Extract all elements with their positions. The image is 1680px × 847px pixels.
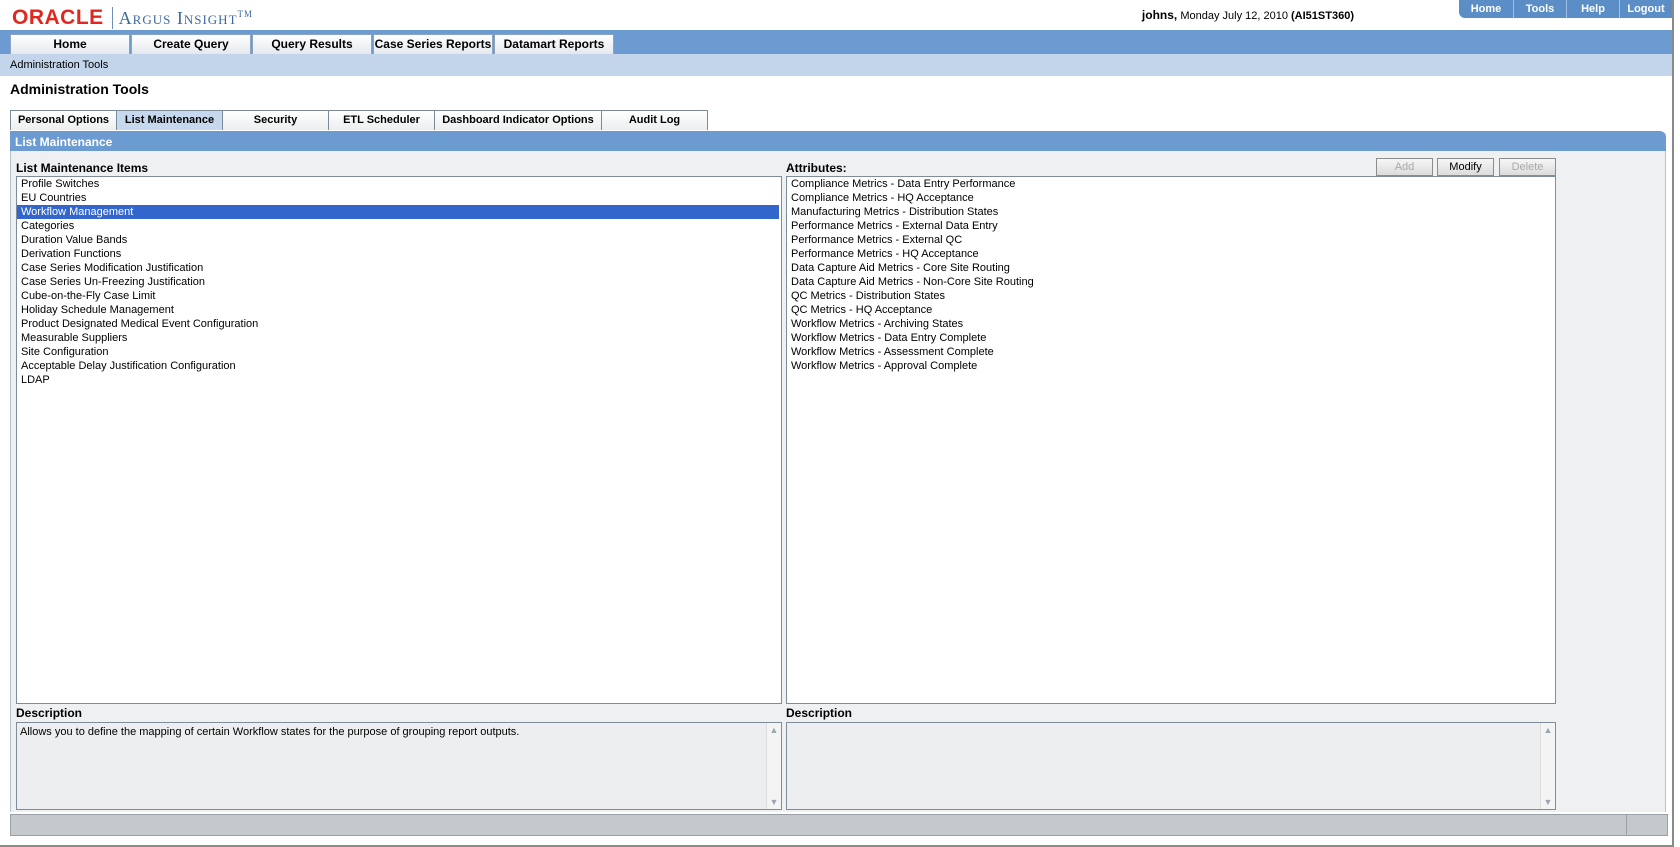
breadcrumb-bar: Administration Tools xyxy=(0,54,1672,76)
left-list-item[interactable]: Cube-on-the-Fly Case Limit xyxy=(17,289,781,303)
top-link-home[interactable]: Home xyxy=(1459,0,1513,18)
tab-security[interactable]: Security xyxy=(222,110,329,130)
left-list-item[interactable]: EU Countries xyxy=(17,191,781,205)
nav-home-button[interactable]: Home xyxy=(10,34,130,55)
left-list-item[interactable]: Site Configuration xyxy=(17,345,781,359)
left-list-item[interactable]: Case Series Modification Justification xyxy=(17,261,781,275)
left-list-item[interactable]: Case Series Un-Freezing Justification xyxy=(17,275,781,289)
logo-separator xyxy=(111,7,113,29)
panel-header: List Maintenance xyxy=(10,131,1666,151)
user-name: johns, xyxy=(1141,8,1178,22)
left-list-item[interactable]: Categories xyxy=(17,219,781,233)
left-list-item[interactable]: Measurable Suppliers xyxy=(17,331,781,345)
left-description-text: Allows you to define the mapping of cert… xyxy=(20,726,520,738)
attributes-list[interactable]: Compliance Metrics - Data Entry Performa… xyxy=(786,176,1556,704)
modify-button[interactable]: Modify xyxy=(1437,158,1494,176)
right-description-scrollbar[interactable]: ▲ ▼ xyxy=(1540,723,1555,809)
left-list-item[interactable]: Product Designated Medical Event Configu… xyxy=(17,317,781,331)
right-list-item[interactable]: Workflow Metrics - Assessment Complete xyxy=(787,345,1555,359)
left-list-item[interactable]: Workflow Management xyxy=(17,205,779,219)
panel-title: List Maintenance xyxy=(15,135,113,149)
left-description-box[interactable]: Allows you to define the mapping of cert… xyxy=(16,722,782,810)
right-list-item[interactable]: Performance Metrics - External QC xyxy=(787,233,1555,247)
status-bar xyxy=(10,814,1668,836)
logo-trademark: TM xyxy=(237,8,254,19)
right-description-label: Description xyxy=(786,706,853,720)
left-list-item[interactable]: Acceptable Delay Justification Configura… xyxy=(17,359,781,373)
tab-etl-scheduler[interactable]: ETL Scheduler xyxy=(328,110,435,130)
right-description-box[interactable]: ▲ ▼ xyxy=(786,722,1556,810)
logo-product-text: Argus Insight xyxy=(118,7,238,28)
right-list-item[interactable]: Workflow Metrics - Archiving States xyxy=(787,317,1555,331)
right-list-item[interactable]: Data Capture Aid Metrics - Core Site Rou… xyxy=(787,261,1555,275)
tab-personal-options[interactable]: Personal Options xyxy=(10,110,117,130)
right-list-item[interactable]: Data Capture Aid Metrics - Non-Core Site… xyxy=(787,275,1555,289)
right-list-item[interactable]: Workflow Metrics - Data Entry Complete xyxy=(787,331,1555,345)
attributes-label: Attributes: xyxy=(786,161,847,175)
tab-dashboard-indicator-options[interactable]: Dashboard Indicator Options xyxy=(434,110,602,130)
page-title: Administration Tools xyxy=(10,81,149,97)
left-list-item[interactable]: Duration Value Bands xyxy=(17,233,781,247)
right-list-item[interactable]: Compliance Metrics - HQ Acceptance xyxy=(787,191,1555,205)
scroll-down-icon[interactable]: ▼ xyxy=(767,795,781,809)
left-list-item[interactable]: Holiday Schedule Management xyxy=(17,303,781,317)
left-description-label: Description xyxy=(16,706,83,720)
left-description-scrollbar[interactable]: ▲ ▼ xyxy=(766,723,781,809)
right-list-item[interactable]: QC Metrics - Distribution States xyxy=(787,289,1555,303)
scroll-up-icon[interactable]: ▲ xyxy=(1541,723,1555,737)
right-list-item[interactable]: Compliance Metrics - Data Entry Performa… xyxy=(787,177,1555,191)
status-bar-segment xyxy=(1626,815,1667,835)
right-list-item[interactable]: Performance Metrics - HQ Acceptance xyxy=(787,247,1555,261)
right-list-item[interactable]: Workflow Metrics - Approval Complete xyxy=(787,359,1555,373)
logo-product: Argus InsightTM xyxy=(119,8,253,29)
left-list-item[interactable]: LDAP xyxy=(17,373,781,387)
list-items-label: List Maintenance Items xyxy=(16,161,149,175)
right-list-item[interactable]: Performance Metrics - External Data Entr… xyxy=(787,219,1555,233)
current-date: Monday July 12, 2010 xyxy=(1180,10,1288,22)
nav-case-series-reports-button[interactable]: Case Series Reports xyxy=(373,34,493,55)
scroll-up-icon[interactable]: ▲ xyxy=(767,723,781,737)
add-button[interactable]: Add xyxy=(1376,158,1433,176)
user-info: johns, Monday July 12, 2010 (AI51ST360) xyxy=(1142,8,1354,22)
scroll-down-icon[interactable]: ▼ xyxy=(1541,795,1555,809)
right-list-item[interactable]: Manufacturing Metrics - Distribution Sta… xyxy=(787,205,1555,219)
logo-brand: ORACLE xyxy=(12,6,104,29)
top-link-tools[interactable]: Tools xyxy=(1513,0,1566,18)
left-list-item[interactable]: Derivation Functions xyxy=(17,247,781,261)
oracle-argus-logo: ORACLE Argus InsightTM xyxy=(12,6,253,30)
server-name: (AI51ST360) xyxy=(1291,10,1354,22)
top-links: Home Tools Help Logout xyxy=(1459,0,1672,18)
nav-create-query-button[interactable]: Create Query xyxy=(131,34,251,55)
nav-query-results-button[interactable]: Query Results xyxy=(252,34,372,55)
tab-list-maintenance[interactable]: List Maintenance xyxy=(116,110,223,130)
tab-audit-log[interactable]: Audit Log xyxy=(601,110,708,130)
top-link-logout[interactable]: Logout xyxy=(1619,0,1672,18)
list-maintenance-items-list[interactable]: Profile Switches EU Countries Workflow Man… xyxy=(16,176,782,704)
delete-button[interactable]: Delete xyxy=(1499,158,1556,176)
main-nav: Home Create Query Query Results Case Ser… xyxy=(0,30,1672,55)
app-window: ORACLE Argus InsightTM johns, Monday Jul… xyxy=(0,0,1674,847)
right-list-item[interactable]: QC Metrics - HQ Acceptance xyxy=(787,303,1555,317)
breadcrumb: Administration Tools xyxy=(10,59,109,71)
header: ORACLE Argus InsightTM johns, Monday Jul… xyxy=(0,0,1672,30)
top-link-help[interactable]: Help xyxy=(1566,0,1619,18)
nav-datamart-reports-button[interactable]: Datamart Reports xyxy=(494,34,614,55)
left-list-item[interactable]: Profile Switches xyxy=(17,177,781,191)
